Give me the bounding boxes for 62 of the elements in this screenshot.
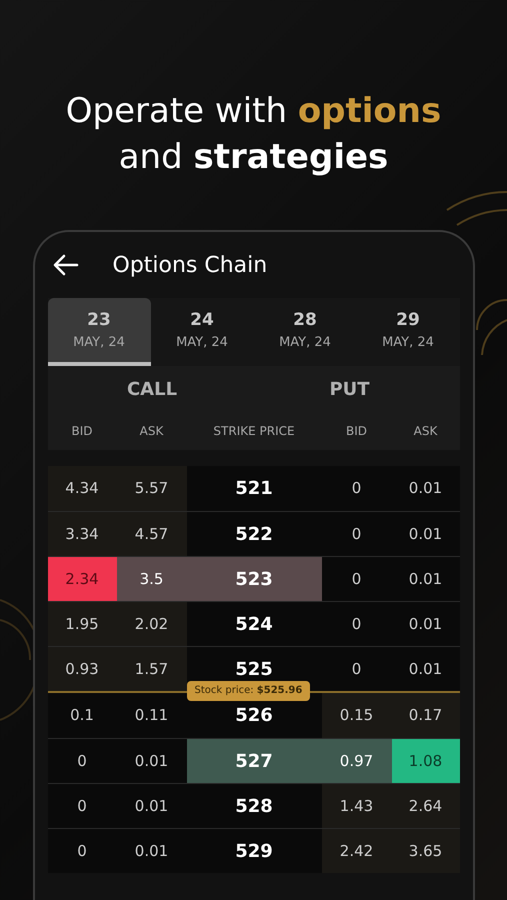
headline-text: and — [118, 136, 184, 179]
price-cell[interactable]: 3.34 — [48, 512, 116, 556]
price-cell[interactable]: 0.01 — [116, 784, 186, 828]
strike-cell[interactable]: 528 — [186, 784, 322, 828]
price-cell[interactable]: 4.57 — [116, 512, 186, 556]
price-cell[interactable]: 0.17 — [392, 693, 460, 738]
back-arrow-icon — [52, 254, 78, 276]
price-cell[interactable]: 3.65 — [392, 829, 460, 873]
price-cell[interactable]: 3.5 — [116, 557, 186, 601]
price-cell[interactable]: 0.97 — [322, 739, 392, 783]
strike-cell[interactable]: 529 — [186, 829, 322, 873]
price-cell[interactable]: 0 — [48, 739, 116, 783]
price-cell[interactable]: 2.64 — [392, 784, 460, 828]
back-button[interactable] — [52, 254, 78, 276]
stock-price-tooltip: Stock price: $525.96 — [186, 681, 310, 701]
price-cell[interactable]: 0.11 — [116, 693, 186, 738]
price-cell[interactable]: 1.57 — [116, 647, 186, 691]
price-cell[interactable]: 5.57 — [116, 466, 186, 511]
call-heading: CALL — [126, 378, 178, 402]
price-cell[interactable]: 0 — [322, 512, 392, 556]
price-cell[interactable]: 0.01 — [392, 512, 460, 556]
price-cell[interactable]: 4.34 — [48, 466, 116, 511]
price-cell[interactable]: 0.01 — [392, 602, 460, 646]
price-cell[interactable]: 0.01 — [392, 647, 460, 691]
price-cell[interactable]: 0.1 — [48, 693, 116, 738]
price-cell[interactable]: 0.93 — [48, 647, 116, 691]
price-cell[interactable]: 1.43 — [322, 784, 392, 828]
column-header: BID — [70, 423, 94, 440]
strike-cell[interactable]: 524 — [186, 602, 322, 646]
strike-cell[interactable]: 521 — [186, 466, 322, 511]
price-cell[interactable]: 0 — [48, 829, 116, 873]
price-cell[interactable]: 0 — [322, 557, 392, 601]
headline-emphasis: strategies — [193, 136, 388, 179]
headline-text: Operate with — [66, 90, 288, 133]
date-tab[interactable]: 24 MAY, 24 — [150, 298, 254, 366]
headline-emphasis: options — [298, 90, 442, 133]
price-cell[interactable]: 0.01 — [116, 829, 186, 873]
strike-cell[interactable]: 523 — [186, 557, 322, 601]
screen-title: Options Chain — [112, 252, 268, 280]
date-tab[interactable]: 23 MAY, 24 — [48, 298, 150, 366]
price-cell[interactable]: 1.95 — [48, 602, 116, 646]
price-cell[interactable]: 0 — [322, 466, 392, 511]
price-cell[interactable]: 0 — [322, 647, 392, 691]
price-cell[interactable]: 0.15 — [322, 693, 392, 738]
column-header: ASK — [412, 423, 438, 440]
price-cell[interactable]: 1.08 — [392, 739, 460, 783]
price-cell[interactable]: 2.34 — [48, 557, 116, 601]
price-cell[interactable]: 2.02 — [116, 602, 186, 646]
date-tab[interactable]: 29 MAY, 24 — [356, 298, 460, 366]
column-header: STRIKE PRICE — [212, 423, 296, 440]
strike-cell[interactable]: 527 — [186, 739, 322, 783]
column-header: BID — [344, 423, 368, 440]
strike-cell[interactable]: 522 — [186, 512, 322, 556]
price-cell[interactable]: 0.01 — [116, 739, 186, 783]
price-cell[interactable]: 0 — [48, 784, 116, 828]
date-tab[interactable]: 28 MAY, 24 — [254, 298, 356, 366]
price-cell[interactable]: 0.01 — [392, 557, 460, 601]
put-heading: PUT — [328, 378, 371, 402]
column-header: ASK — [138, 423, 164, 440]
price-cell[interactable]: 0 — [322, 602, 392, 646]
price-cell[interactable]: 2.42 — [322, 829, 392, 873]
price-cell[interactable]: 0.01 — [392, 466, 460, 511]
